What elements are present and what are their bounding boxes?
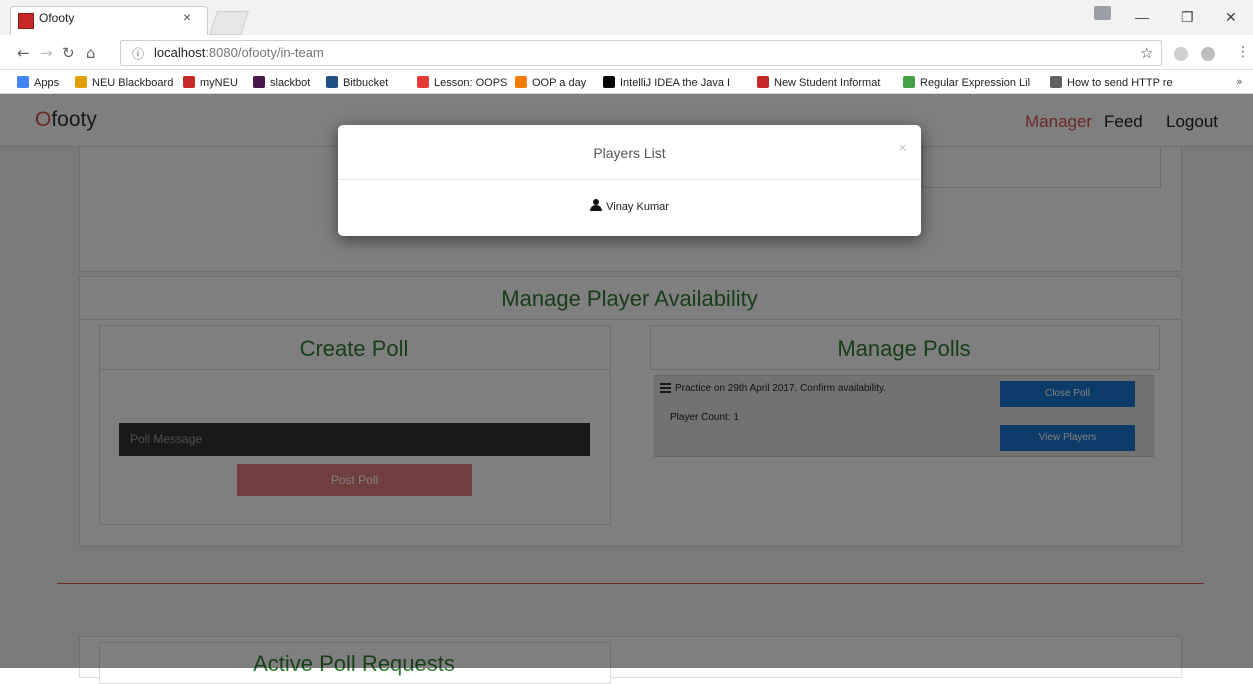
players-list-modal [338,125,921,236]
paw-icon [183,76,195,88]
reload-icon[interactable]: ↻ [62,44,75,62]
bookmark-slackbot[interactable]: slackbot [253,76,310,89]
forward-icon[interactable]: → [40,44,53,62]
restore-icon[interactable]: ❐ [1181,9,1194,26]
profile-icon[interactable] [1094,6,1111,20]
adblock-icon[interactable] [1201,47,1215,61]
modal-close-icon[interactable]: × [898,141,907,154]
url-text[interactable]: localhost:8080/ofooty/in-team [154,45,324,60]
back-icon[interactable]: ← [17,44,30,62]
bookmark-http[interactable]: How to send HTTP re [1050,76,1178,89]
url-host: localhost [154,45,206,60]
bookmark-regex[interactable]: Regular Expression Lil [903,76,1040,89]
modal-title: Players List [593,145,666,161]
window-close-icon[interactable]: ✕ [1225,9,1237,26]
url-path: :8080/ofooty/in-team [205,45,324,60]
bookmark-oop-a-day[interactable]: OOP a day [515,76,586,89]
blackboard-icon [75,76,87,88]
bookmark-lesson-oops[interactable]: Lesson: OOPS [417,76,507,89]
bookmark-star-icon[interactable]: ☆ [1140,44,1153,62]
home-icon[interactable]: ⌂ [86,44,96,62]
apps-icon [17,76,29,88]
menu-icon[interactable]: ⋮ [1236,44,1250,60]
http-icon [1050,76,1062,88]
minimize-icon[interactable]: — [1135,9,1149,25]
tab-title: Ofooty [39,11,75,25]
player-name: Vinay Kumar [606,201,669,213]
user-icon [590,199,603,211]
slack-icon [253,76,265,88]
bookmarks-more-icon[interactable]: » [1236,75,1243,88]
bookmark-bitbucket[interactable]: Bitbucket [326,76,388,89]
regex-icon [903,76,915,88]
bookmark-myneu[interactable]: myNEU [183,76,238,89]
extension-icon[interactable] [1174,47,1188,61]
player-list-item: Vinay Kumar [338,199,921,213]
favicon-icon [18,13,34,29]
bitbucket-icon [326,76,338,88]
info-icon[interactable]: ⓘ [132,45,144,62]
oracle-icon [417,76,429,88]
bookmark-neu-blackboard[interactable]: NEU Blackboard [75,76,173,89]
bookmark-intellij[interactable]: IntelliJ IDEA the Java I [603,76,746,89]
tab-close-icon[interactable]: × [183,9,191,25]
bookmark-new-student[interactable]: New Student Informat [757,76,891,89]
bookmark-apps[interactable]: Apps [17,76,59,89]
blogger-icon [515,76,527,88]
intellij-icon [603,76,615,88]
n-logo-icon [757,76,769,88]
modal-divider [338,179,921,180]
